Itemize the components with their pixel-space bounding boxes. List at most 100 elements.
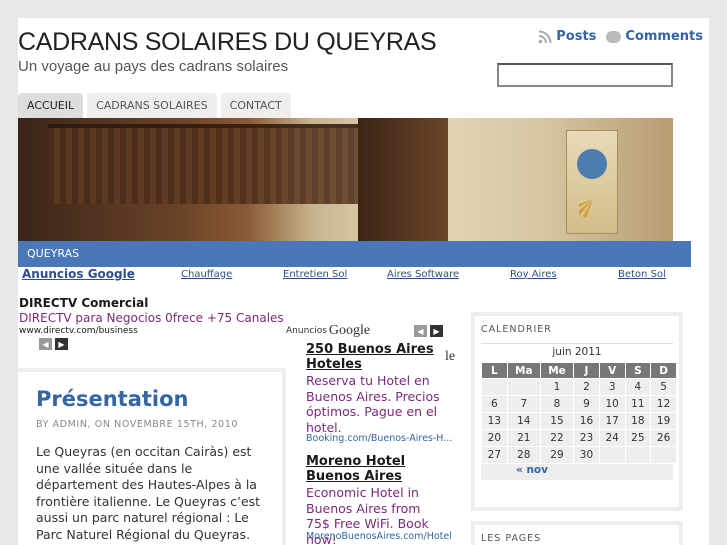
tab-contact[interactable]: CONTACT: [220, 93, 291, 118]
side-ad-2-title[interactable]: Moreno Hotel Buenos Aires: [306, 454, 416, 484]
calendar-week-row: 6 7 8 9 10 11 12: [481, 395, 677, 413]
site-title[interactable]: CADRANS SOLAIRES DU QUEYRAS: [18, 28, 437, 57]
post-title[interactable]: Présentation: [36, 387, 189, 411]
cal-header: V: [598, 362, 626, 379]
pages-widget: LES PAGES: [471, 521, 683, 545]
calendar-week-row: 20 21 22 23 24 25 26: [481, 429, 677, 447]
calendar-day: 10: [598, 395, 626, 413]
calendar-day: 6: [481, 395, 508, 413]
calendar-day: 19: [650, 412, 677, 430]
calendar-widget: CALENDRIER juin 2011 L Ma Me J V S D 123…: [471, 312, 683, 511]
comments-feed-link[interactable]: Comments: [606, 29, 703, 44]
feed-links: Posts Comments: [538, 29, 703, 44]
subnav-bar: QUEYRAS: [18, 241, 673, 267]
ad-link-beton-sol[interactable]: Beton Sol: [618, 269, 666, 280]
pages-title: LES PAGES: [481, 533, 542, 544]
wooden-door: [358, 118, 448, 241]
calendar-day: 2: [573, 378, 600, 396]
calendar-day: 27: [481, 446, 508, 464]
calendar-day: [598, 446, 626, 464]
calendar-day: 25: [624, 429, 652, 447]
calendar-day: 28: [506, 446, 541, 464]
cal-header: D: [650, 362, 677, 379]
calendar-day: 26: [650, 429, 677, 447]
comment-bubble-icon: [606, 30, 622, 43]
calendar-day: 24: [598, 429, 626, 447]
ad-next-arrow-icon[interactable]: ▶: [55, 338, 68, 350]
ad-links-heading[interactable]: Anuncios Google: [22, 267, 135, 281]
calendar-day: 23: [573, 429, 600, 447]
calendar-week-row: 13 14 15 16 17 18 19: [481, 412, 677, 430]
subnav-item-queyras[interactable]: QUEYRAS: [27, 247, 79, 260]
calendar-prev-link[interactable]: « nov: [481, 464, 673, 480]
calendar-day: 22: [539, 429, 575, 447]
tab-cadrans-solaires[interactable]: CADRANS SOLAIRES: [87, 93, 217, 118]
calendar-day: 21: [506, 429, 541, 447]
top-ad-text[interactable]: DIRECTV para Negocios 0frece +75 Canales…: [19, 311, 287, 325]
calendar-day: 1: [539, 378, 575, 396]
side-ad-header-label: Anuncios: [286, 326, 327, 336]
ad-link-chauffage[interactable]: Chauffage: [181, 269, 232, 280]
calendar-day: 5: [650, 378, 677, 396]
rss-icon: [538, 30, 552, 43]
calendar-day: [624, 446, 652, 464]
ad-link-entretien-sol[interactable]: Entretien Sol: [283, 269, 347, 280]
sundial-rays: [579, 181, 607, 217]
site-description: Un voyage au pays des cadrans solaires: [18, 58, 289, 75]
calendar-title: CALENDRIER: [481, 324, 552, 335]
search-input[interactable]: [497, 63, 673, 87]
header-image: [18, 118, 673, 241]
side-ad-1-body[interactable]: Reserva tu Hotel en Buenos Aires. Precio…: [306, 373, 446, 435]
wooden-shutter: [48, 124, 378, 204]
sundial-globe: [577, 149, 607, 179]
content-divider: [18, 368, 282, 372]
ad-prev-arrow-icon[interactable]: ◀: [39, 338, 52, 350]
calendar-day: 8: [539, 395, 575, 413]
top-ad-title[interactable]: DIRECTV Comercial: [19, 296, 148, 310]
calendar-day: 4: [624, 378, 652, 396]
calendar-week-row: 27 28 29 30: [481, 446, 677, 464]
calendar-day: 14: [506, 412, 541, 430]
side-ad-2-url[interactable]: MorenoBuenosAires.com/Hotel: [306, 531, 452, 542]
side-ad-prev-icon[interactable]: ◀: [414, 325, 427, 337]
ad-link-aires-software[interactable]: Aires Software: [387, 269, 459, 280]
calendar-day: 9: [573, 395, 600, 413]
calendar-table: L Ma Me J V S D 1 2 3 4 5 6 7 8 9 10 11 12 13 14 15 16 1…: [481, 362, 677, 464]
calendar-day: 12: [650, 395, 677, 413]
calendar-day: 18: [624, 412, 652, 430]
calendar-day: [650, 446, 677, 464]
main-nav: ACCUEIL CADRANS SOLAIRES CONTACT: [18, 93, 291, 118]
post-meta: BY ADMIN, ON NOVEMBRE 15TH, 2010: [36, 419, 239, 430]
comments-label: Comments: [625, 29, 703, 44]
tab-accueil[interactable]: ACCUEIL: [18, 93, 84, 118]
side-ad-1-url[interactable]: Booking.com/Buenos-Aires-H...: [306, 433, 452, 444]
cal-header: J: [573, 362, 600, 379]
cal-header: L: [481, 362, 508, 379]
calendar-day: [506, 378, 541, 396]
post-body: Le Queyras (en occitan Cairàs) est une v…: [36, 444, 261, 542]
ad-link-roy-aires[interactable]: Roy Aires: [510, 269, 557, 280]
calendar-caption: juin 2011: [481, 343, 673, 362]
calendar-day: 3: [598, 378, 626, 396]
google-logo-fragment: le: [445, 349, 456, 364]
google-ad-links: Anuncios Google Chauffage Entretien Sol …: [18, 267, 691, 281]
side-ad: Anuncios Google ◀ ▶ le 250 Buenos Aires …: [286, 321, 464, 545]
calendar-day: 29: [539, 446, 575, 464]
cal-header: S: [624, 362, 652, 379]
top-ad[interactable]: DIRECTV Comercial DIRECTV para Negocios …: [18, 296, 288, 351]
side-ad-header: Anuncios Google: [286, 323, 370, 339]
calendar-day: 15: [539, 412, 575, 430]
posts-feed-link[interactable]: Posts: [538, 29, 596, 44]
content-divider-vertical: [282, 368, 286, 545]
subnav-bar-end: [673, 241, 691, 267]
cal-header: Me: [539, 362, 575, 379]
side-ad-next-icon[interactable]: ▶: [430, 325, 443, 337]
side-ad-1-title[interactable]: 250 Buenos Aires Hoteles: [306, 342, 436, 372]
calendar-day: [481, 378, 508, 396]
sundial-painting: [566, 130, 618, 234]
top-ad-url[interactable]: www.directv.com/business: [19, 326, 138, 336]
google-logo: Google: [328, 323, 371, 338]
calendar-day: 7: [506, 395, 541, 413]
calendar-week-row: 12345: [481, 378, 677, 396]
calendar-day: 30: [573, 446, 600, 464]
